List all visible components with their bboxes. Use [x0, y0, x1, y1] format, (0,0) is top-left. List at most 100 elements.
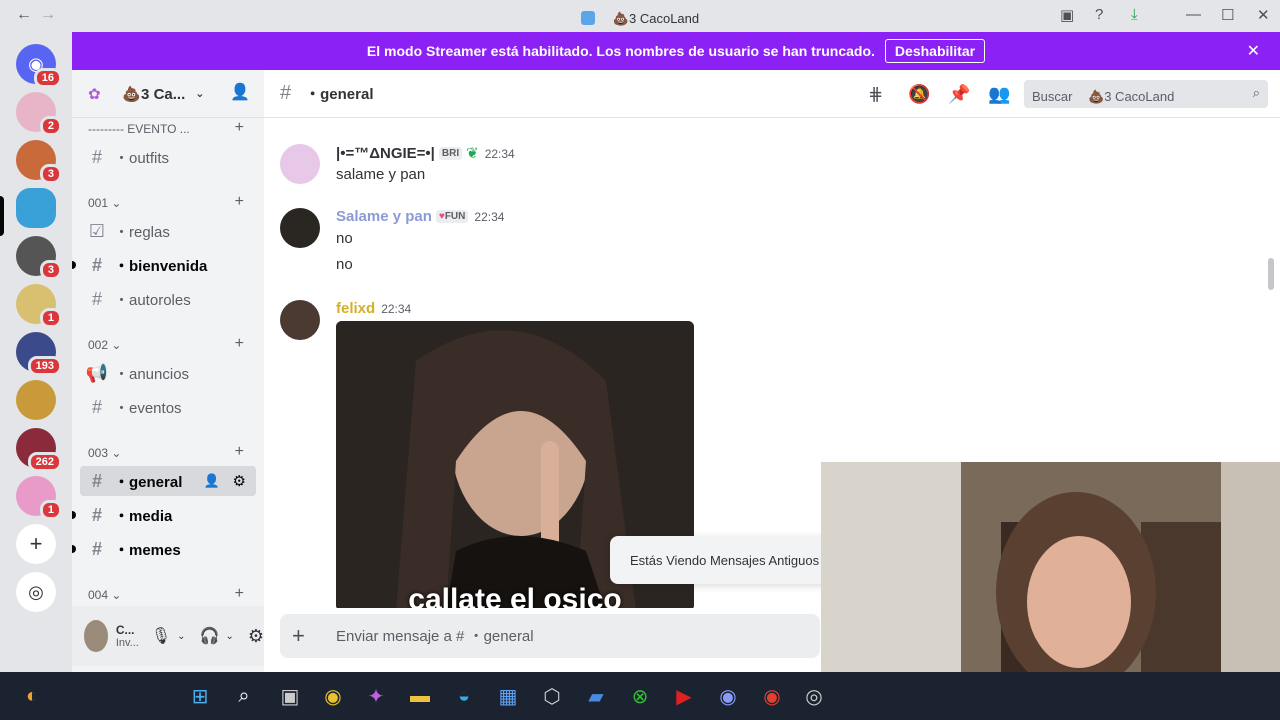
edge-icon[interactable]: ◒ [450, 682, 478, 710]
invite-icon[interactable]: 👤 [204, 473, 220, 489]
pin-icon[interactable]: 📌 [948, 84, 970, 105]
server-icon-cacoland[interactable] [16, 188, 56, 228]
channel-memes[interactable]: # ・memes [72, 534, 256, 564]
message-input[interactable] [336, 627, 796, 645]
search-icon[interactable]: ⌕ [230, 682, 258, 710]
maximize-icon[interactable]: ☐ [1221, 6, 1234, 24]
notifications-muted-icon[interactable]: 🔕 [908, 84, 930, 105]
direct-messages-button[interactable]: ◉ 16 [16, 44, 62, 88]
inbox-icon[interactable]: ▣ [1060, 6, 1074, 24]
xbox-icon[interactable]: ⊗ [626, 682, 654, 710]
threads-icon[interactable]: ⋕ [868, 84, 883, 105]
server-icon-1[interactable]: 2 [16, 92, 62, 136]
selected-server-pill [0, 196, 4, 236]
role-tag: ♥FUN [435, 210, 469, 223]
add-channel-icon[interactable]: + [235, 193, 244, 211]
start-icon[interactable]: ⊞ [186, 682, 214, 710]
avatar[interactable] [280, 208, 320, 248]
server-icon [580, 11, 595, 25]
channel-outfits[interactable]: # ・outfits [80, 142, 256, 172]
app-icon[interactable]: ⬡ [538, 682, 566, 710]
chrome-icon[interactable]: ◉ [319, 682, 347, 710]
server-icon-5[interactable]: 1 [16, 284, 62, 328]
close-banner-icon[interactable]: ✕ [1247, 41, 1260, 61]
server-header[interactable]: ✿ ﾠ💩3 Ca... ⌄ 👤 [72, 70, 264, 118]
channel-eventos[interactable]: # ・eventos [80, 392, 256, 422]
channel-autoroles[interactable]: # ・autoroles [80, 284, 256, 314]
gear-icon[interactable]: ⚙ [233, 472, 246, 490]
copilot-icon[interactable]: ✦ [362, 682, 390, 710]
microphone-icon[interactable]: 🎙 [151, 626, 171, 646]
category-001[interactable]: 001 ⌄ + [88, 193, 258, 211]
timestamp: 22:34 [474, 210, 505, 224]
channel-media[interactable]: # ・media [72, 500, 256, 530]
scrollbar[interactable] [1268, 258, 1274, 290]
add-channel-icon[interactable]: + [235, 443, 244, 461]
server-icon-6[interactable]: 193 [16, 332, 62, 376]
explore-icon[interactable]: ◎ [16, 572, 56, 612]
add-channel-icon[interactable]: + [235, 119, 244, 137]
channel-label: ・anuncios [114, 365, 190, 383]
username[interactable]: Salame y pan [336, 208, 432, 225]
add-channel-icon[interactable]: + [235, 585, 244, 603]
category-event[interactable]: --------- Evento ... + [88, 119, 258, 137]
server-icon-9[interactable]: 1 [16, 476, 62, 520]
avatar[interactable] [280, 144, 320, 184]
category-002[interactable]: 002 ⌄ + [88, 335, 258, 353]
search-input[interactable]: Buscar ﾠ💩3 CacoLand ⌕ [1024, 80, 1268, 108]
channel-anuncios[interactable]: 📢 ・anuncios [80, 358, 256, 388]
obs-icon[interactable]: ◎ [800, 682, 828, 710]
username[interactable]: felixd [336, 300, 375, 317]
weather-icon[interactable]: ◐ [18, 682, 46, 710]
avatar[interactable] [280, 300, 320, 340]
add-attachment-button[interactable]: + [292, 623, 316, 649]
channel-reglas[interactable]: ☑ ・reglas [80, 216, 256, 246]
app-icon-blue[interactable]: ▰ [582, 682, 610, 710]
category-label: 001 [88, 196, 109, 210]
chevron-down-icon[interactable]: ⌄ [225, 631, 233, 642]
timestamp: 22:34 [381, 302, 412, 316]
old-messages-bar[interactable]: Estás Viendo Mensajes Antiguos [610, 536, 840, 584]
avatar[interactable] [84, 620, 108, 652]
download-icon[interactable]: ⤓ [1131, 6, 1138, 23]
close-window-icon[interactable]: ✕ [1257, 6, 1270, 24]
server-icon-8[interactable]: 262 [16, 428, 62, 472]
channel-label: ・bienvenida [114, 257, 208, 275]
member-list-icon[interactable]: 👥 [988, 84, 1010, 105]
add-server-button[interactable]: + [16, 524, 56, 564]
server-icon-4[interactable]: 3 [16, 236, 62, 280]
server-icon-7[interactable] [16, 380, 56, 420]
invite-icon[interactable]: 👤 [230, 82, 250, 102]
gear-icon[interactable]: ⚙ [248, 626, 264, 647]
chevron-down-icon[interactable]: ⌄ [177, 631, 185, 642]
channel-bienvenida[interactable]: # ・bienvenida [72, 250, 256, 280]
username[interactable]: |•=™ΔNGIE=•| [336, 145, 435, 162]
server-icon-2[interactable]: 3 [16, 140, 62, 184]
category-004[interactable]: 004 ⌄ + [88, 585, 258, 603]
category-003[interactable]: 003 ⌄ + [88, 443, 258, 461]
help-icon[interactable]: ? [1095, 6, 1103, 23]
store-icon[interactable]: ▦ [494, 682, 522, 710]
channel-label: ・media [114, 507, 173, 525]
task-view-icon[interactable]: ▣ [276, 682, 304, 710]
add-channel-icon[interactable]: + [235, 335, 244, 353]
chrome-icon-2[interactable]: ◉ [758, 682, 786, 710]
youtube-icon[interactable]: ▶ [670, 682, 698, 710]
mention-badge: 3 [39, 164, 62, 184]
disable-streamer-button[interactable]: Deshabilitar [884, 39, 986, 63]
chevron-down-icon: ⌄ [195, 88, 205, 100]
server-name: ﾠ💩3 Ca... [108, 86, 186, 103]
unread-pill [72, 511, 76, 519]
headphones-icon[interactable]: 🎧 [200, 626, 220, 646]
file-explorer-icon[interactable]: ▬ [406, 682, 434, 710]
mention-badge: 262 [27, 452, 62, 472]
windows-taskbar: ◐ ⊞ ⌕ ▣ ◉ ✦ ▬ ◒ ▦ ⬡ ▰ ⊗ ▶ ◉ ◉ ◎ [0, 672, 1280, 720]
user-name: C... [115, 623, 135, 637]
channel-general[interactable]: # ・general 👤 ⚙ [80, 466, 256, 496]
user-info[interactable]: C... Inv... [116, 623, 139, 649]
message-header: felixd 22:34 [336, 300, 411, 317]
channel-sidebar: ✿ ﾠ💩3 Ca... ⌄ 👤 --------- Evento ... + # ・… [72, 70, 264, 672]
discord-taskbar-icon[interactable]: ◉ [714, 682, 742, 710]
minimize-icon[interactable]: — [1186, 6, 1201, 23]
category-label: --------- Evento ... [88, 122, 190, 136]
